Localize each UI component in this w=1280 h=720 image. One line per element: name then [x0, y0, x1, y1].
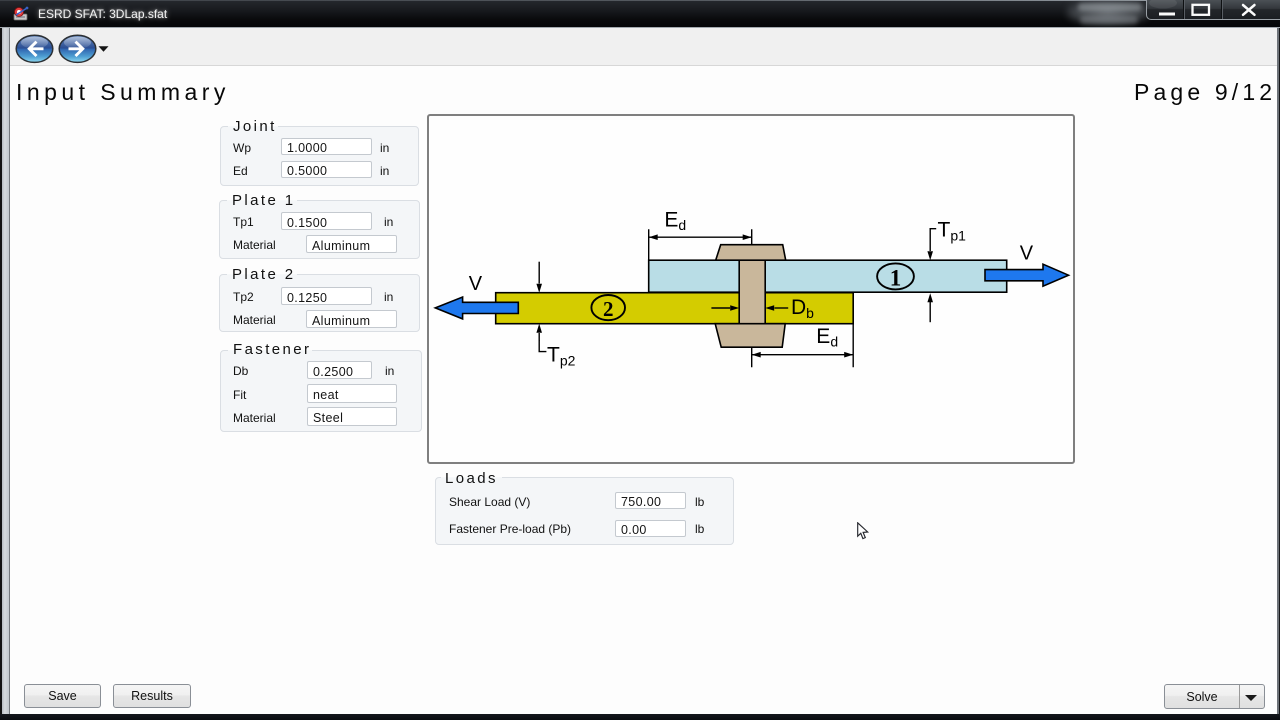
svg-text:Ed: Ed	[664, 208, 686, 233]
svg-text:Tp2: Tp2	[547, 343, 576, 368]
svg-text:Ed: Ed	[816, 325, 838, 350]
svg-text:2: 2	[603, 297, 614, 321]
svg-text:Tp1: Tp1	[938, 219, 967, 244]
svg-text:V: V	[469, 273, 483, 295]
svg-text:V: V	[1020, 242, 1034, 264]
svg-text:1: 1	[890, 266, 902, 291]
